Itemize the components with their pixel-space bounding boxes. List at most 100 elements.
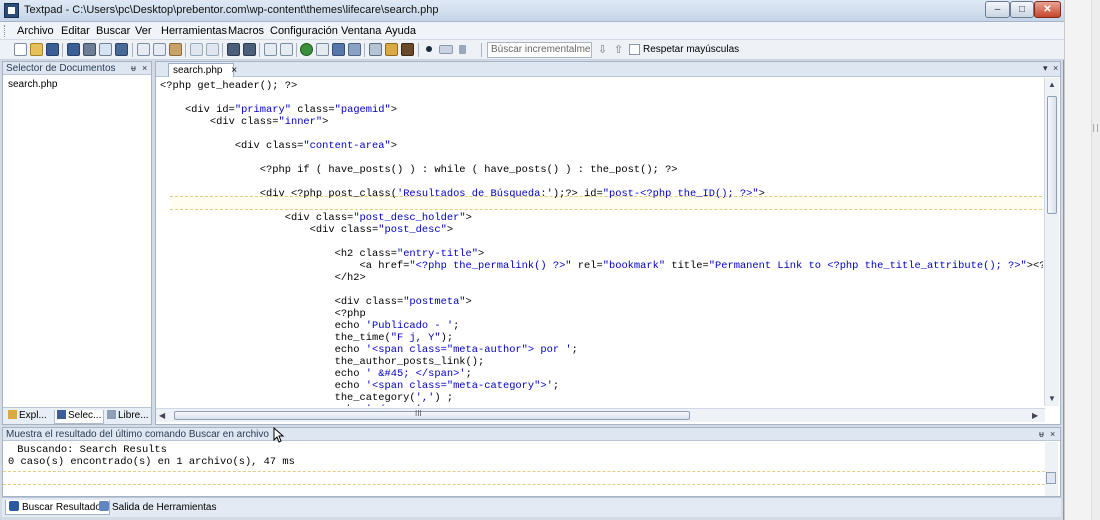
save-all-icon[interactable] (67, 43, 80, 56)
result-line[interactable]: Buscando: Search Results (11, 444, 167, 456)
code-line[interactable]: the_time("F j, Y"); (160, 332, 454, 344)
menu-grip[interactable] (4, 25, 7, 37)
code-line[interactable]: echo '<span class="meta-author"> por '; (160, 344, 578, 356)
code-area[interactable]: <?php get_header(); ?> <div id="primary"… (156, 78, 1043, 406)
tab-tool-output[interactable]: Salida de Herramientas (96, 500, 220, 515)
code-line[interactable]: </h2> (160, 272, 366, 284)
replace-icon[interactable] (385, 43, 398, 56)
tab-explorer[interactable]: Expl... (6, 410, 49, 424)
undo-icon[interactable] (190, 43, 203, 56)
scroll-left-icon[interactable]: ◀ (159, 411, 165, 420)
play-macro-icon[interactable] (439, 45, 453, 54)
open-icon[interactable] (30, 43, 43, 56)
toolbar-separator (185, 43, 186, 57)
search-up-arrow-icon[interactable]: ⇧ (614, 43, 623, 56)
tab-search-php-label: search.php (173, 65, 223, 76)
textpad-window: Textpad - C:\Users\pc\Desktop\prebentor.… (0, 0, 1064, 520)
new-file-icon[interactable] (14, 43, 27, 56)
explorer-icon (8, 410, 17, 419)
menu-ventana[interactable]: Ventana (341, 25, 381, 37)
close-button[interactable]: ✕ (1034, 1, 1061, 18)
code-line[interactable]: <?php get_header(); ?> (160, 80, 297, 92)
vertical-scroll-thumb[interactable] (1047, 96, 1057, 214)
textpad-app-icon[interactable] (4, 3, 19, 18)
code-line[interactable]: echo ' &#45; </span>'; (160, 368, 472, 380)
incremental-search-input[interactable]: Búscar incrementalmente (487, 42, 592, 58)
indent-icon[interactable] (227, 43, 240, 56)
vertical-scrollbar[interactable]: ▲ ▼ (1044, 78, 1059, 406)
run-icon[interactable] (459, 45, 466, 54)
code-line[interactable]: <div class="post_desc_holder"> (160, 212, 472, 224)
paragraph-icon[interactable] (280, 43, 293, 56)
results-scrollbar[interactable] (1045, 442, 1058, 496)
code-line[interactable]: <div class="postmeta"> (160, 296, 472, 308)
find-icon[interactable] (369, 43, 382, 56)
scroll-up-icon[interactable]: ▲ (1048, 80, 1056, 89)
binoculars-icon[interactable] (401, 43, 414, 56)
browser-icon[interactable] (300, 43, 313, 56)
minimize-button[interactable]: ‒ (985, 1, 1010, 18)
code-line[interactable]: <div class="inner"> (160, 116, 329, 128)
results-pin-icon[interactable]: ᵾ (1039, 428, 1044, 441)
result-line[interactable]: 0 caso(s) encontrado(s) en 1 archivo(s),… (8, 456, 295, 468)
tab-close-icon[interactable]: × (231, 65, 237, 76)
tab-search-results[interactable]: Buscar Resultados (5, 500, 110, 515)
menu-buscar[interactable]: Buscar (96, 25, 130, 37)
code-line[interactable]: <?php if ( have_posts() ) : while ( have… (160, 164, 678, 176)
record-macro-icon[interactable] (426, 46, 432, 52)
tab-list-dropdown-icon[interactable]: ▾ (1043, 63, 1048, 74)
document-list-item[interactable]: search.php (8, 79, 57, 90)
cut-icon[interactable] (137, 43, 150, 56)
code-line[interactable]: <div id="primary" class="pagemid"> (160, 104, 397, 116)
results-scroll-thumb[interactable] (1046, 472, 1056, 484)
wrap-icon[interactable] (264, 43, 277, 56)
code-line[interactable]: <div <?php post_class('Resultados de Bús… (160, 188, 765, 200)
search-down-arrow-icon[interactable]: ⇩ (598, 43, 607, 56)
code-line[interactable]: the_author_posts_link(); (160, 356, 485, 368)
code-line[interactable]: <div class="content-area"> (160, 140, 397, 152)
menu-herramientas[interactable]: Herramientas (161, 25, 227, 37)
scroll-right-icon[interactable]: ▶ (1032, 411, 1038, 420)
properties-icon[interactable] (115, 43, 128, 56)
editor-pane: search.php × ▾ × <?php get_header(); ?> … (155, 61, 1061, 425)
close-document-icon[interactable]: × (1053, 63, 1058, 73)
copy-icon[interactable] (153, 43, 166, 56)
close-panel-icon[interactable]: × (142, 62, 147, 75)
maximize-button[interactable]: □ (1010, 1, 1034, 18)
compare-icon[interactable] (348, 43, 361, 56)
print-icon[interactable] (83, 43, 96, 56)
outdent-icon[interactable] (243, 43, 256, 56)
print-preview-icon[interactable] (99, 43, 112, 56)
code-line[interactable]: <a href="<?php the_permalink() ?>" rel="… (160, 260, 1043, 272)
horizontal-scrollbar[interactable]: ◀ III ▶ (156, 408, 1045, 422)
pin-icon[interactable]: ᵾ (131, 62, 136, 75)
results-close-icon[interactable]: × (1050, 428, 1055, 441)
code-line[interactable]: echo '</span>'; (160, 404, 429, 406)
paste-icon[interactable] (169, 43, 182, 56)
toolbar-separator (259, 43, 260, 57)
tab-selector[interactable]: Selec... (54, 410, 105, 424)
redo-icon[interactable] (206, 43, 219, 56)
code-line[interactable]: <?php (160, 308, 366, 320)
tab-search-php[interactable]: search.php × (168, 63, 237, 77)
sort-icon[interactable] (332, 43, 345, 56)
menu-ver[interactable]: Ver (135, 25, 152, 37)
menu-configuracion[interactable]: Configuración (270, 25, 338, 37)
save-icon[interactable] (46, 43, 59, 56)
code-line[interactable]: <div class="post_desc"> (160, 224, 453, 236)
code-line[interactable]: the_category(',') ; (160, 392, 454, 404)
menu-macros[interactable]: Macros (228, 25, 264, 37)
menu-archivo[interactable]: Archivo (17, 25, 54, 37)
horizontal-scroll-thumb[interactable]: III (174, 409, 690, 420)
scroll-down-icon[interactable]: ▼ (1048, 394, 1056, 403)
match-case-checkbox[interactable] (629, 44, 640, 55)
spellcheck-icon[interactable] (316, 43, 329, 56)
code-line[interactable]: echo '<span class="meta-category">'; (160, 380, 560, 392)
code-line[interactable]: echo 'Publicado - '; (160, 320, 460, 332)
tab-clip-library[interactable]: Libre... (105, 410, 151, 424)
menu-editar[interactable]: Editar (61, 25, 90, 37)
code-line[interactable]: <h2 class="entry-title"> (160, 248, 485, 260)
menu-ayuda[interactable]: Ayuda (385, 25, 416, 37)
tab-search-results-label: Buscar Resultados (22, 502, 106, 513)
background-scroll-grip (1093, 124, 1098, 132)
